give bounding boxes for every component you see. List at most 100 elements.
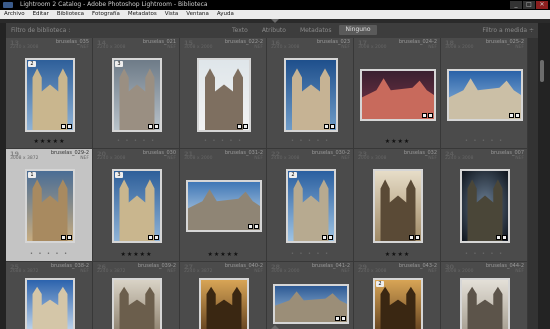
photo-thumbnail[interactable] xyxy=(460,169,510,243)
star-rating-empty[interactable]: • • • • • xyxy=(180,138,267,144)
crop-icon[interactable] xyxy=(428,113,433,118)
photo-thumbnail[interactable]: 1 xyxy=(25,169,75,243)
photo-thumbnail[interactable] xyxy=(112,278,162,329)
star-rating-empty[interactable]: • • • • • xyxy=(267,138,354,144)
thumbnail-cell[interactable]: 26 bruselas_039-2 2240 x 3872 NEF xyxy=(93,262,180,329)
metadata-icon[interactable] xyxy=(409,235,414,240)
thumbnail-cell[interactable]: 18 bruselas_025-2 3008 x 2000 NEF • • • • • xyxy=(441,38,528,149)
crop-icon[interactable] xyxy=(67,235,72,240)
thumbnail-cell[interactable]: 21 bruselas_031-2 3008 x 2000 NEF ★★★★★ xyxy=(180,149,267,262)
thumbnail-cell[interactable]: 27 bruselas_040-2 2240 x 3872 NEF xyxy=(180,262,267,329)
virtual-copy-badge: 2 xyxy=(28,61,36,67)
crop-icon[interactable] xyxy=(254,224,259,229)
filter-option-ninguno[interactable]: Ninguno xyxy=(339,25,377,35)
star-rating[interactable]: ★★★★ xyxy=(354,138,441,145)
metadata-icon[interactable] xyxy=(237,124,242,129)
thumbnail-cell[interactable]: 13 bruselas_035 2240 x 3008 NEF 2 ★★★★★ xyxy=(6,38,93,149)
crop-icon[interactable] xyxy=(154,235,159,240)
crop-icon[interactable] xyxy=(341,316,346,321)
photo-thumbnail[interactable]: 2 xyxy=(286,169,336,243)
crop-icon[interactable] xyxy=(243,124,248,129)
menu-ventana[interactable]: Ventana xyxy=(182,10,213,19)
thumbnail-cell[interactable]: 20 bruselas_030 2240 x 3008 NEF 3 ★★★★★ xyxy=(93,149,180,262)
thumbnail-cell[interactable]: 24 bruselas_007 2240 x 3008 NEF • • • • • xyxy=(441,149,528,262)
photo-thumbnail[interactable] xyxy=(447,69,523,121)
filter-option-atributo[interactable]: Atributo xyxy=(256,23,292,38)
star-rating[interactable]: ★★★★★ xyxy=(180,251,267,258)
photo-thumbnail[interactable]: 2 xyxy=(25,58,75,132)
menu-biblioteca[interactable]: Biblioteca xyxy=(53,10,88,19)
thumbnail-filetype: NEF xyxy=(254,156,263,161)
filter-option-metadatos[interactable]: Metadatos xyxy=(294,23,338,38)
thumbnail-cell[interactable]: 23 bruselas_032 2000 x 3008 NEF ★★★★ xyxy=(354,149,441,262)
metadata-icon[interactable] xyxy=(61,124,66,129)
metadata-icon[interactable] xyxy=(61,235,66,240)
star-rating-empty[interactable]: • • • • • xyxy=(441,251,528,257)
thumbnail-cell[interactable]: 16 bruselas_023 2240 x 3008 NEF • • • • • xyxy=(267,38,354,149)
close-button[interactable]: ✕ xyxy=(536,1,548,9)
scrollbar-thumb[interactable] xyxy=(540,60,544,82)
metadata-icon[interactable] xyxy=(496,235,501,240)
photo-thumbnail[interactable] xyxy=(197,58,251,132)
star-rating-empty[interactable]: • • • • • xyxy=(267,251,354,257)
thumbnail-cell[interactable]: 25 bruselas_038-2 2688 x 3872 NEF xyxy=(6,262,93,329)
thumbnail-dimensions: 2240 x 3008 xyxy=(271,45,300,50)
photo-thumbnail[interactable] xyxy=(284,58,338,132)
metadata-icon[interactable] xyxy=(422,113,427,118)
crop-icon[interactable] xyxy=(415,235,420,240)
thumbnail-cell[interactable]: 29 bruselas_043-2 2240 x 3008 NEF 2 xyxy=(354,262,441,329)
star-rating-empty[interactable]: • • • • • xyxy=(441,138,528,144)
crop-icon[interactable] xyxy=(502,235,507,240)
photo-thumbnail[interactable] xyxy=(199,278,249,329)
thumbnail-cell[interactable]: 30 bruselas_044-2 3008 x 2000 NEF xyxy=(441,262,528,329)
photo-thumbnail[interactable]: 3 xyxy=(112,169,162,243)
thumbnail-filetype: NEF xyxy=(428,45,437,50)
photo-thumbnail[interactable]: 2 xyxy=(373,278,423,329)
filter-preset-dropdown[interactable]: Filtro a medida ÷ xyxy=(482,23,534,38)
thumbnail-cell[interactable]: 22 bruselas_030-2 2480 x 3008 NEF 2 • • • • • xyxy=(267,149,354,262)
photo-subject xyxy=(380,286,416,329)
crop-icon[interactable] xyxy=(328,235,333,240)
star-rating-empty[interactable]: • • • • • xyxy=(6,251,93,257)
metadata-icon[interactable] xyxy=(509,113,514,118)
star-rating[interactable]: ★★★★★ xyxy=(93,251,180,258)
photo-thumbnail[interactable] xyxy=(460,278,510,329)
thumbnail-dimensions: 3008 x 2000 xyxy=(184,156,213,161)
star-rating[interactable]: ★★★★ xyxy=(354,251,441,258)
thumbnail-cell[interactable]: 15 bruselas_022-2 3008 x 2000 NEF • • • • • xyxy=(180,38,267,149)
metadata-icon[interactable] xyxy=(324,124,329,129)
minimize-button[interactable]: _ xyxy=(510,1,522,9)
menu-archivo[interactable]: Archivo xyxy=(0,10,29,19)
metadata-icon[interactable] xyxy=(248,224,253,229)
photo-thumbnail[interactable] xyxy=(186,180,262,232)
thumbnail-cell[interactable]: 19 bruselas_029-2 3008 x 3872 NEF 1 • • • • • xyxy=(6,149,93,262)
thumbnail-dimensions: 2480 x 3008 xyxy=(271,156,300,161)
photo-thumbnail[interactable] xyxy=(360,69,436,121)
filter-option-texto[interactable]: Texto xyxy=(226,23,254,38)
metadata-icon[interactable] xyxy=(148,124,153,129)
menu-ayuda[interactable]: Ayuda xyxy=(213,10,238,19)
crop-icon[interactable] xyxy=(154,124,159,129)
menu-editar[interactable]: Editar xyxy=(29,10,53,19)
metadata-icon[interactable] xyxy=(322,235,327,240)
thumbnail-cell[interactable]: 17 bruselas_024-2 3008 x 2000 NEF ★★★★ xyxy=(354,38,441,149)
photo-thumbnail[interactable] xyxy=(25,278,75,329)
thumbnail-cell[interactable]: 14 bruselas_021 2240 x 3008 NEF 3 • • • • • xyxy=(93,38,180,149)
crop-icon[interactable] xyxy=(67,124,72,129)
menu-fotografia[interactable]: Fotografía xyxy=(88,10,124,19)
metadata-icon[interactable] xyxy=(148,235,153,240)
star-rating-empty[interactable]: • • • • • xyxy=(93,138,180,144)
photo-thumbnail[interactable] xyxy=(273,284,349,324)
menu-metadatos[interactable]: Metadatos xyxy=(124,10,161,19)
maximize-button[interactable]: □ xyxy=(523,1,535,9)
photo-thumbnail[interactable]: 3 xyxy=(112,58,162,132)
crop-icon[interactable] xyxy=(330,124,335,129)
thumbnail-cell[interactable]: 28 bruselas_041-2 3008 x 2000 NEF xyxy=(267,262,354,329)
crop-icon[interactable] xyxy=(515,113,520,118)
star-rating[interactable]: ★★★★★ xyxy=(6,138,93,145)
metadata-icon[interactable] xyxy=(335,316,340,321)
menu-vista[interactable]: Vista xyxy=(161,10,183,19)
photo-thumbnail[interactable] xyxy=(373,169,423,243)
thumbnail-badge-icons xyxy=(61,235,72,240)
expand-filmstrip-icon[interactable] xyxy=(271,325,279,329)
